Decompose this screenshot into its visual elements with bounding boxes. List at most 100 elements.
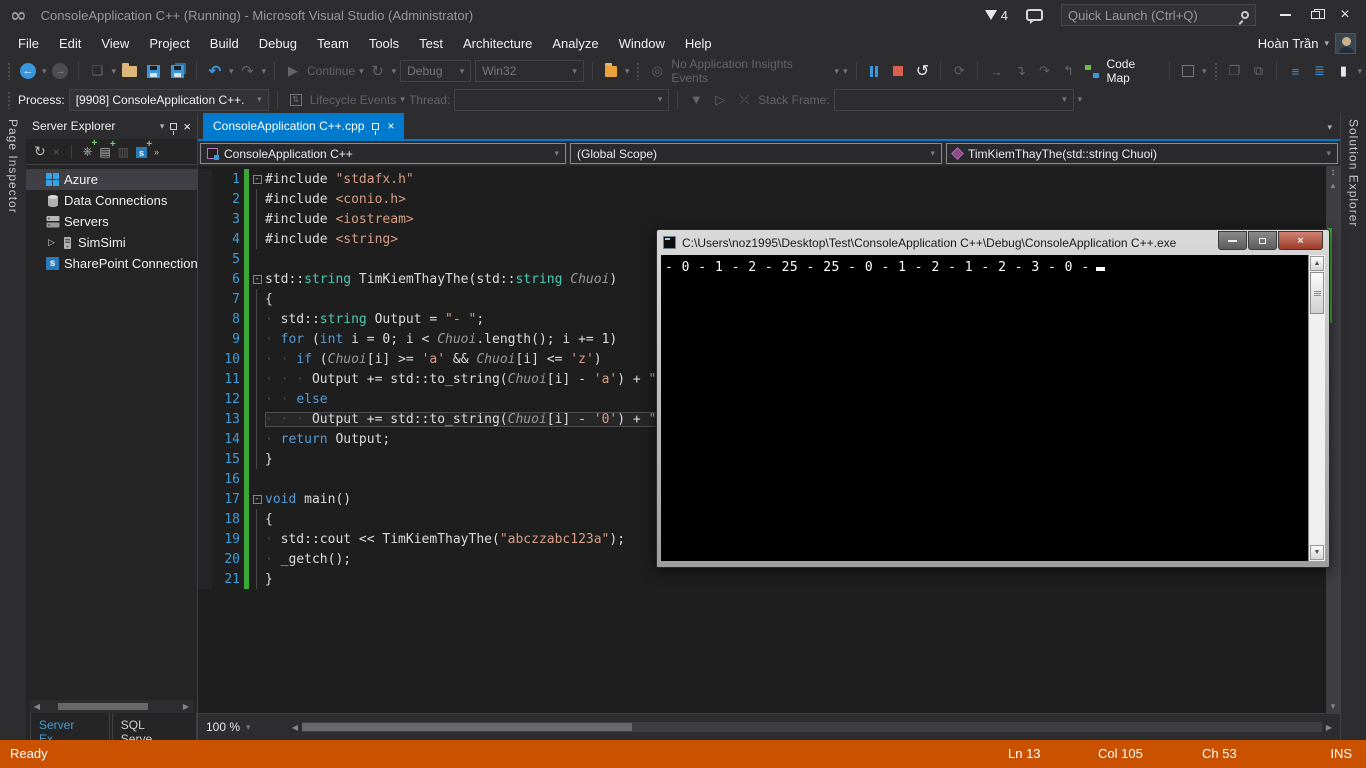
add-data-connection-icon[interactable]: ⎈ [83,144,93,159]
menu-tools[interactable]: Tools [359,32,409,55]
menu-file[interactable]: File [8,32,49,55]
fold-marker-icon[interactable]: - [249,169,265,189]
continue-button[interactable]: Continue [307,64,355,78]
pin-icon[interactable] [170,123,177,130]
step-over-button[interactable]: ↷ [1034,61,1054,81]
toolbar-grip[interactable] [636,62,640,80]
fold-marker-icon[interactable]: - [249,269,265,289]
refresh-icon[interactable]: ↻ [34,143,46,160]
toolbar-overflow-icon[interactable]: ▾ [1202,66,1207,77]
breakpoint-margin[interactable] [198,569,212,589]
breakpoint-margin[interactable] [198,429,212,449]
undo-chevron-icon[interactable]: ▾ [229,66,234,77]
code-map-button[interactable] [1082,61,1102,81]
code-line-21[interactable]: 21} [198,569,1326,589]
bookmark-button[interactable]: ▮ [1333,61,1353,81]
quick-launch-input[interactable]: Quick Launch (Ctrl+Q) [1061,4,1256,26]
menu-build[interactable]: Build [200,32,249,55]
breakpoint-margin[interactable] [198,529,212,549]
tree-item-sharepoint-connections[interactable]: sSharePoint Connections [26,253,197,274]
tree-item-simsimi[interactable]: ▷SimSimi [26,232,197,253]
notifications-flag-button[interactable]: 4 [985,8,1008,23]
fold-marker-icon[interactable]: - [249,489,265,509]
restore-button[interactable] [1300,4,1330,26]
thread-dropdown[interactable]: ▾ [454,89,669,111]
nav-back-button[interactable]: ← [18,61,38,81]
toolbar-overflow-icon[interactable]: ▾ [625,66,630,77]
console-window[interactable]: C:\Users\noz1995\Desktop\Test\ConsoleApp… [656,229,1330,568]
console-maximize-button[interactable] [1248,231,1277,250]
menu-analyze[interactable]: Analyze [542,32,608,55]
code-line-3[interactable]: 3#include <iostream> [198,209,1326,229]
step-out-button[interactable]: ↰ [1058,61,1078,81]
uncomment-button[interactable]: ≣ [1309,61,1329,81]
solution-platform-dropdown[interactable]: Win32 ▾ [475,60,584,82]
scroll-right-icon[interactable]: ▶ [1322,723,1336,732]
menu-window[interactable]: Window [609,32,675,55]
server-explorer-header[interactable]: Server Explorer ▾ × [26,113,197,139]
menu-view[interactable]: View [91,32,139,55]
zoom-dropdown[interactable]: 100 % ▾ [198,720,288,734]
redo-chevron-icon[interactable]: ▾ [262,66,267,77]
restart-button[interactable]: ↻ [368,61,388,81]
console-output[interactable]: - 0 - 1 - 2 - 25 - 25 - 0 - 1 - 2 - 1 - … [661,255,1308,561]
breakpoint-margin[interactable] [198,449,212,469]
save-all-button[interactable] [168,61,188,81]
lifecycle-chevron-icon[interactable]: ▾ [400,94,405,105]
nav-back-chevron-icon[interactable]: ▾ [42,66,47,77]
menu-edit[interactable]: Edit [49,32,91,55]
page-inspector-tab[interactable]: Page Inspector [6,119,20,740]
console-client-area[interactable]: - 0 - 1 - 2 - 25 - 25 - 0 - 1 - 2 - 1 - … [661,255,1325,561]
minimize-button[interactable] [1270,4,1300,26]
toolbar-grip[interactable] [7,91,11,109]
delete-icon[interactable]: × [53,145,60,159]
window-position-icon[interactable]: ▾ [160,121,165,132]
save-button[interactable] [144,61,164,81]
breakpoint-margin[interactable] [198,469,212,489]
code-map-label[interactable]: Code Map [1106,57,1161,85]
scroll-right-icon[interactable]: ▶ [179,702,193,711]
add-sharepoint-icon[interactable]: s [136,145,147,159]
breakpoint-margin[interactable] [198,229,212,249]
scrollbar-thumb[interactable] [1310,272,1324,314]
toolbar-overflow-icon[interactable]: » [154,147,159,157]
close-panel-icon[interactable]: × [183,119,191,134]
insights-chevron-icon[interactable]: ▾ [834,66,839,77]
nav-forward-button[interactable]: → [50,61,70,81]
comment-button[interactable]: ≡ [1285,61,1305,81]
menu-project[interactable]: Project [139,32,199,55]
toggle-flagged-icon[interactable]: ⤫ [734,90,754,110]
toolbar-overflow-icon[interactable]: ▾ [843,66,848,77]
solution-explorer-tab[interactable]: Solution Explorer [1347,119,1361,740]
toolbar-overflow-icon[interactable]: ▾ [1357,66,1362,77]
attach-server-icon[interactable]: ▥ [118,145,129,159]
member-dropdown[interactable]: TimKiemThayThe(std::string Chuoi) ▾ [946,143,1338,164]
scrollbar-thumb[interactable] [58,703,148,710]
insights-status[interactable]: No Application Insights Events [671,57,830,85]
server-explorer-hscrollbar[interactable]: ◀ ▶ [30,700,193,713]
console-title-bar[interactable]: C:\Users\noz1995\Desktop\Test\ConsoleApp… [657,230,1329,255]
breakpoint-margin[interactable] [198,409,212,429]
toolbar-grip[interactable] [7,62,11,80]
process-dropdown[interactable]: [9908] ConsoleApplication C++. ▾ [69,89,269,111]
open-file-button[interactable] [120,61,140,81]
add-note-button[interactable]: ❐ [1224,61,1244,81]
menu-help[interactable]: Help [675,32,722,55]
new-file-button[interactable]: ❏ [87,61,107,81]
breakpoint-margin[interactable] [198,169,212,189]
breakpoint-margin[interactable] [198,329,212,349]
breakpoint-margin[interactable] [198,309,212,329]
console-minimize-button[interactable] [1218,231,1247,250]
tab-list-chevron-icon[interactable]: ▾ [1327,122,1340,139]
breakpoint-margin[interactable] [198,269,212,289]
breakpoint-margin[interactable] [198,389,212,409]
document-tab[interactable]: ConsoleApplication C++.cpp × [203,113,404,139]
console-vscrollbar[interactable]: ▲ ▼ [1308,255,1325,561]
flag-threads-icon[interactable]: ▷ [710,90,730,110]
continue-play-icon[interactable]: ▶ [283,61,303,81]
breakpoint-margin[interactable] [198,549,212,569]
undo-button[interactable]: ↶ [205,61,225,81]
breakpoint-margin[interactable] [198,189,212,209]
continue-chevron-icon[interactable]: ▾ [359,66,364,77]
tree-item-servers[interactable]: Servers [26,211,197,232]
